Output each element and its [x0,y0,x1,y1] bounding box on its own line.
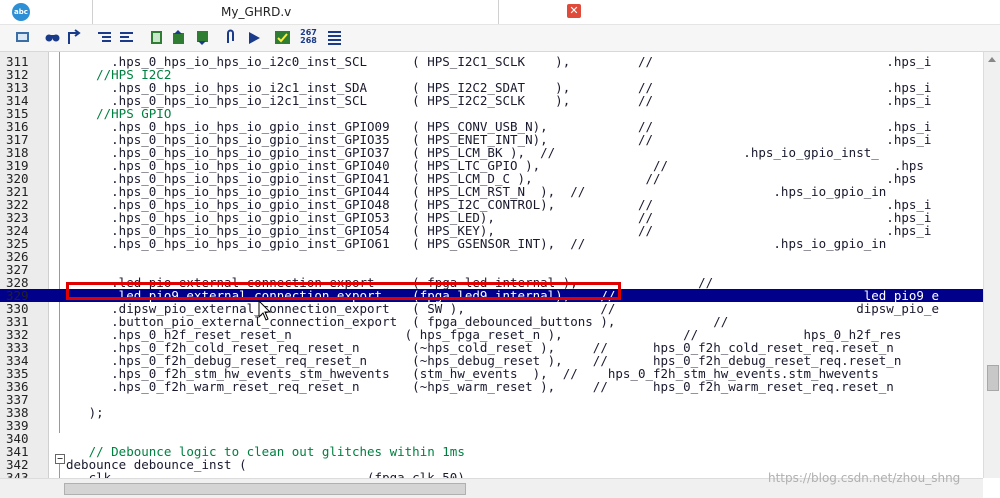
code-line[interactable]: 325 .hps_0_hps_io_hps_io_gpio_inst_GPIO6… [0,237,983,250]
watermark: https://blog.csdn.net/zhou_shng [768,471,961,485]
code-editor[interactable]: − 311 .hps_0_hps_io_hps_io_i2c0_inst_SCL… [0,52,983,478]
code-line[interactable]: 326 [0,250,983,263]
code-line[interactable]: 339 [0,419,983,432]
bookmark-prev-icon[interactable] [170,29,187,46]
highlight-annotation-box [66,282,621,300]
code-line[interactable]: 338 ); [0,406,983,419]
app-icon: abc [12,3,30,21]
horizontal-scroll-thumb[interactable] [64,483,466,495]
code-text: .hps_0_f2h_warm_reset_req_reset_n (~hps_… [66,379,894,394]
bookmark-icon[interactable] [148,29,165,46]
vertical-scroll-thumb[interactable] [987,365,999,391]
tab-my-ghrd[interactable]: My_GHRD.v ✕ [92,0,581,24]
print-preview-icon[interactable] [14,29,31,46]
title-bar: abc My_GHRD.v ✕ [0,0,1000,25]
line-numbers-icon[interactable]: 267 268 [300,29,317,46]
close-tab-icon[interactable]: ✕ [567,4,581,18]
code-text: .hps_0_hps_io_hps_io_i2c1_inst_SCL ( HPS… [66,93,932,108]
bookmark-next-icon[interactable] [194,29,211,46]
scroll-up-icon[interactable] [988,57,996,62]
vertical-scrollbar[interactable] [983,52,1000,478]
code-text: .hps_0_hps_io_hps_io_i2c0_inst_SCL ( HPS… [66,54,932,69]
paperclip-icon[interactable] [222,29,239,46]
code-line[interactable]: 337 [0,393,983,406]
tab-title: My_GHRD.v [221,5,292,19]
mouse-cursor-icon [258,300,272,321]
wordwrap-icon[interactable] [326,29,343,46]
run-icon[interactable] [246,29,263,46]
code-text: .clk (fpga_clk_50), [66,470,473,478]
line-number: 343 [6,470,29,478]
goto-icon[interactable] [66,29,83,46]
code-text: ); [66,405,104,420]
code-line[interactable]: 336 .hps_0_f2h_warm_reset_req_reset_n (~… [0,380,983,393]
indent-icon[interactable] [96,29,113,46]
outdent-icon[interactable] [118,29,135,46]
spellcheck-icon[interactable] [274,29,291,46]
code-text: .hps_0_hps_io_hps_io_gpio_inst_GPIO61 ( … [66,236,887,251]
find-icon[interactable] [44,29,61,46]
toolbar: 267 268 [0,25,1000,52]
